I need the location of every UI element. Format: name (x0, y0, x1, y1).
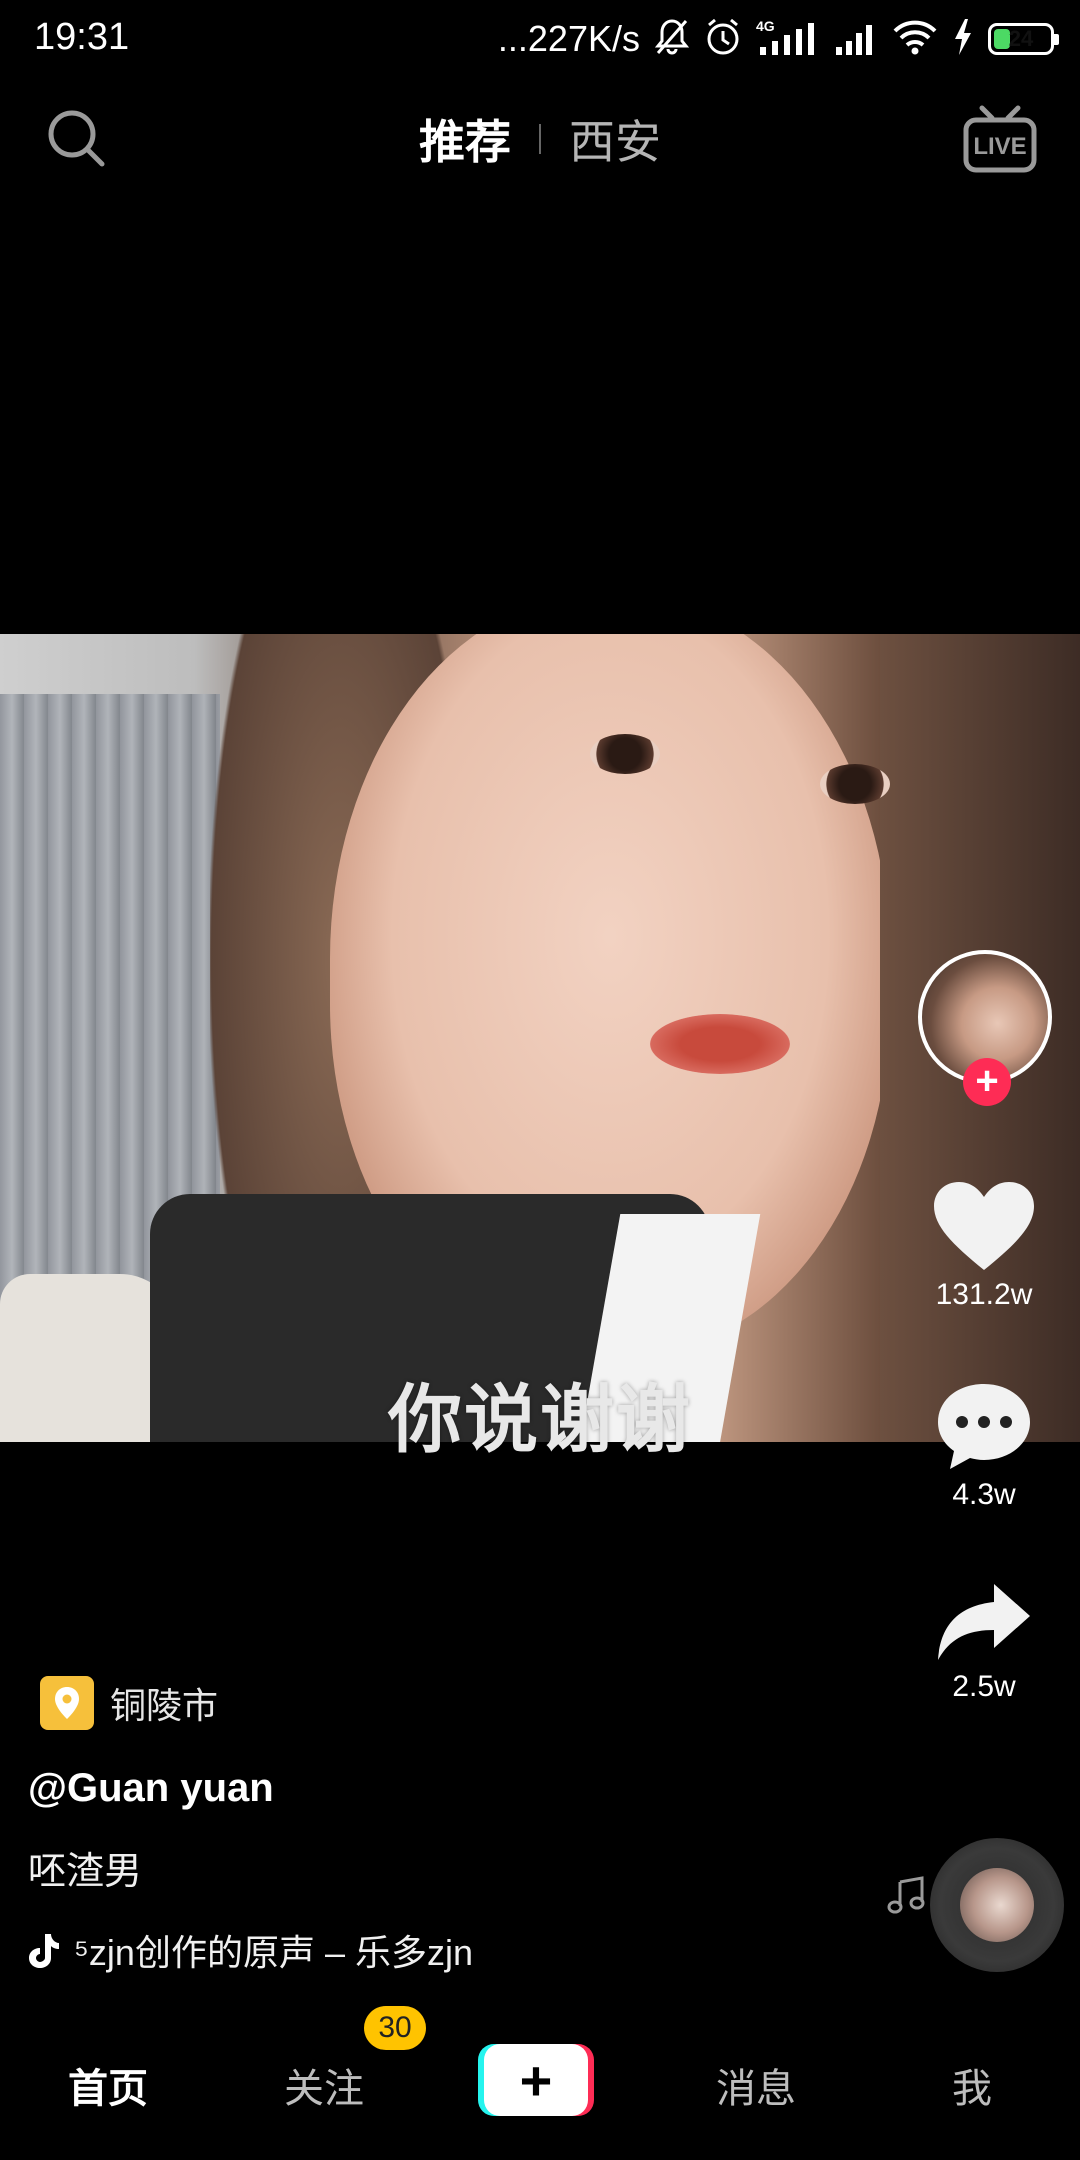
nav-me[interactable]: 我 (864, 2056, 1080, 2114)
alarm-icon (704, 17, 742, 62)
charging-icon (952, 17, 974, 62)
live-icon: LIVE (963, 105, 1037, 173)
music-disc[interactable] (930, 1838, 1064, 1972)
nav-create[interactable]: + (432, 2044, 648, 2126)
share-icon (938, 1584, 1030, 1660)
tab-divider (539, 124, 541, 154)
battery-indicator: 24 (988, 23, 1059, 55)
location-tag[interactable]: 铜陵市 (40, 1676, 218, 1730)
nav-following-label: 关注 (284, 2067, 364, 2111)
status-time: 19:31 (34, 16, 130, 58)
network-speed: ...227K/s (497, 18, 640, 59)
create-button[interactable]: + (478, 2044, 596, 2116)
tab-local[interactable]: 西安 (569, 106, 661, 172)
location-pin-icon (40, 1676, 94, 1730)
live-button[interactable]: LIVE (960, 102, 1040, 178)
video-eye-left (590, 734, 660, 774)
share-count: 2.5w (952, 1670, 1016, 1703)
svg-text:LIVE: LIVE (973, 133, 1026, 160)
heart-icon (934, 1182, 1034, 1270)
feed-tabs: 推荐 西安 (0, 106, 1080, 172)
comment-button[interactable]: 4.3w (904, 1380, 1064, 1512)
bottom-nav: 首页 关注 30 + 消息 我 (0, 2006, 1080, 2160)
location-label: 铜陵市 (110, 1685, 219, 1726)
creator-avatar-container: + (918, 950, 1052, 1106)
svg-text:4G: 4G (756, 18, 775, 34)
follow-plus-button[interactable]: + (963, 1058, 1011, 1106)
bell-muted-icon (654, 17, 690, 62)
music-note-icon (884, 1876, 928, 1921)
signal-4g-icon: 4G (756, 17, 820, 62)
music-info[interactable]: ⁵zjn创作的原声 – 乐多zjn (28, 1924, 473, 1976)
share-button[interactable]: 2.5w (904, 1580, 1064, 1704)
music-disc-cover (960, 1868, 1034, 1942)
status-icons: ...227K/s 4G 24 (497, 14, 1059, 64)
nav-messages[interactable]: 消息 (648, 2056, 864, 2114)
nav-home[interactable]: 首页 (0, 2056, 216, 2114)
video-caption: 呸渣男 (28, 1851, 143, 1893)
author-handle[interactable]: @Guan yuan (28, 1766, 274, 1811)
video-lips (650, 1014, 790, 1074)
status-bar: 19:31 ...227K/s 4G 24 (0, 0, 1080, 80)
like-button[interactable]: 131.2w (904, 1180, 1064, 1312)
tab-recommend[interactable]: 推荐 (419, 106, 511, 172)
video-eye-right (820, 764, 890, 804)
comment-count: 4.3w (952, 1478, 1016, 1511)
top-nav: 推荐 西安 LIVE (0, 96, 1080, 176)
following-badge: 30 (364, 2006, 426, 2050)
wifi-icon (892, 17, 938, 62)
battery-level: 24 (1008, 26, 1034, 51)
nav-following[interactable]: 关注 30 (216, 2006, 432, 2114)
like-count: 131.2w (935, 1278, 1033, 1311)
tiktok-note-icon (29, 1934, 59, 1968)
plus-icon: + (484, 2044, 588, 2116)
comment-icon (938, 1384, 1030, 1469)
signal-icon (834, 17, 878, 62)
music-title: ⁵zjn创作的原声 – 乐多zjn (74, 1932, 473, 1973)
